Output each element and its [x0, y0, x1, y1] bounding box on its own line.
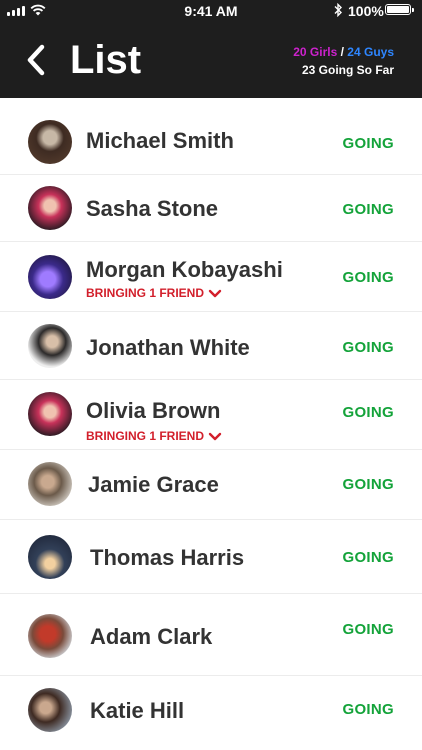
attendee-row[interactable]: Morgan Kobayashi GOING BRINGING 1 FRIEND	[0, 242, 422, 312]
status-bar: 9:41 AM 100%	[0, 0, 422, 22]
attendee-row[interactable]: Michael Smith GOING	[0, 98, 422, 175]
going-status: GOING	[342, 339, 394, 356]
count-separator: /	[337, 45, 348, 59]
attendee-name: Thomas Harris	[90, 545, 245, 570]
avatar	[28, 186, 72, 230]
going-status: GOING	[342, 404, 394, 421]
chevron-down-icon	[208, 433, 222, 441]
attendee-name: Sasha Stone	[86, 196, 219, 221]
attendee-row[interactable]: Katie Hill GOING	[0, 676, 422, 746]
avatar	[28, 614, 72, 658]
avatar	[28, 535, 72, 579]
bringing-friend-toggle[interactable]: BRINGING 1 FRIEND	[86, 429, 222, 443]
attendee-row[interactable]: Jamie Grace GOING	[0, 450, 422, 520]
navigation-header: 9:41 AM 100% List 20 Girls / 24 Guys 23 …	[0, 0, 422, 98]
bringing-friend-label: BRINGING 1 FRIEND	[86, 286, 205, 300]
guys-count: 24 Guys	[347, 45, 394, 59]
avatar	[28, 462, 72, 506]
avatar	[28, 688, 72, 732]
bluetooth-icon	[334, 3, 342, 17]
attendance-counts: 20 Girls / 24 Guys 23 Going So Far	[293, 44, 394, 78]
going-status: GOING	[342, 269, 394, 286]
page-title: List	[70, 38, 142, 82]
going-status: GOING	[342, 135, 394, 152]
going-status: GOING	[342, 476, 394, 493]
attendee-name: Morgan Kobayashi	[86, 257, 283, 282]
attendee-row[interactable]: Jonathan White GOING	[0, 312, 422, 380]
going-status: GOING	[342, 201, 394, 218]
back-chevron-icon[interactable]	[24, 44, 48, 76]
attendee-name: Katie Hill	[90, 698, 185, 723]
avatar	[28, 392, 72, 436]
avatar	[28, 120, 72, 164]
avatar	[28, 324, 72, 368]
avatar	[28, 255, 72, 299]
bringing-friend-toggle[interactable]: BRINGING 1 FRIEND	[86, 286, 222, 300]
going-status: GOING	[342, 701, 394, 718]
attendee-name: Adam Clark	[90, 624, 213, 649]
battery-percentage: 100%	[348, 3, 384, 19]
attendee-name: Jonathan White	[86, 335, 250, 360]
battery-icon	[385, 4, 414, 15]
going-status: GOING	[342, 621, 394, 638]
attendee-name: Jamie Grace	[88, 472, 219, 497]
bringing-friend-label: BRINGING 1 FRIEND	[86, 429, 205, 443]
girls-count: 20 Girls	[293, 45, 338, 59]
attendee-row[interactable]: Thomas Harris GOING	[0, 520, 422, 594]
attendee-name: Olivia Brown	[86, 398, 221, 423]
attendee-row[interactable]: Adam Clark GOING	[0, 594, 422, 676]
attendee-row[interactable]: Olivia Brown GOING BRINGING 1 FRIEND	[0, 380, 422, 450]
attendee-name: Michael Smith	[86, 128, 234, 153]
going-so-far: 23 Going So Far	[301, 63, 394, 77]
attendee-row[interactable]: Sasha Stone GOING	[0, 175, 422, 242]
going-status: GOING	[342, 549, 394, 566]
chevron-down-icon	[208, 290, 222, 298]
